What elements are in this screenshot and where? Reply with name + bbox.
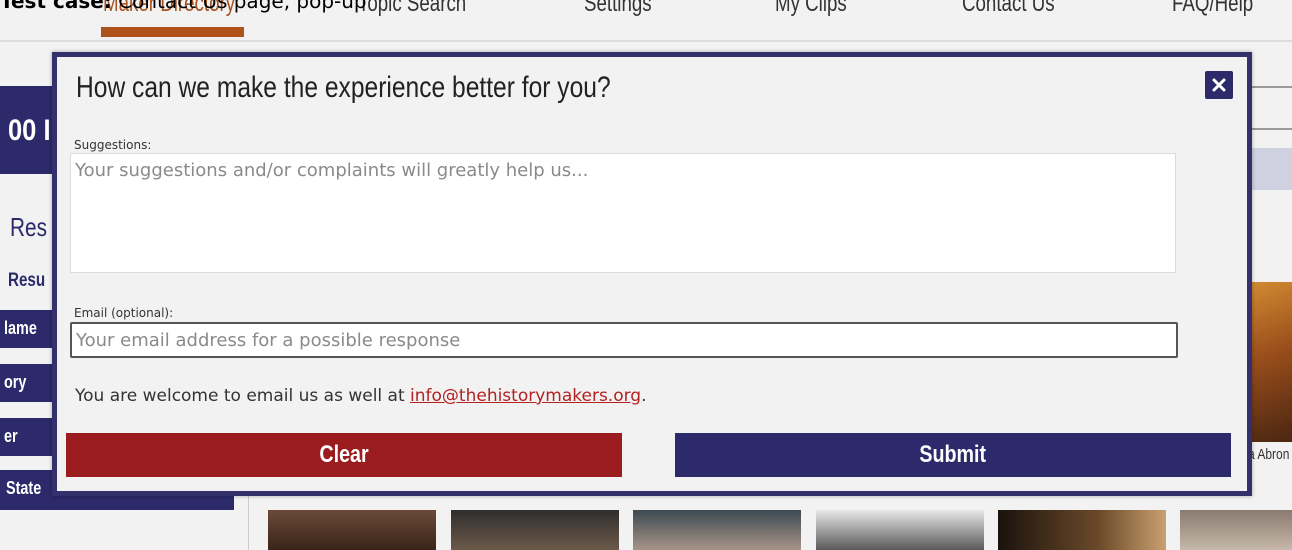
thumbnail-image[interactable] — [451, 510, 619, 550]
clear-button[interactable]: Clear — [66, 433, 622, 477]
nav-item-contact-us[interactable]: Contact Us — [962, 0, 1055, 20]
portrait-label: a Abron — [1248, 446, 1290, 463]
suggestions-label: Suggestions: — [74, 138, 152, 152]
thumbnail-image[interactable] — [816, 510, 984, 550]
submit-button[interactable]: Submit — [675, 433, 1231, 477]
background-bar — [1248, 148, 1292, 190]
nav-item-settings[interactable]: Settings — [584, 0, 652, 20]
sidebar-filter-gender[interactable]: er — [0, 418, 56, 456]
background-rule — [1248, 86, 1292, 88]
modal-title: How can we make the experience better fo… — [76, 71, 611, 104]
thumbnail-image[interactable] — [268, 510, 436, 550]
close-icon — [1212, 78, 1226, 92]
caption-prefix: Test case: — [0, 0, 112, 13]
email-label: Email (optional): — [74, 306, 174, 320]
contact-note: You are welcome to email us as well at i… — [75, 386, 647, 406]
sidebar-filter-label: er — [4, 426, 18, 446]
feedback-modal: How can we make the experience better fo… — [52, 52, 1252, 496]
banner-fragment: 00 I — [8, 114, 51, 147]
background-banner: 00 I — [0, 86, 60, 174]
thumbnail-image[interactable] — [998, 510, 1166, 550]
thumbnail-image[interactable] — [633, 510, 801, 550]
background-rule — [1248, 128, 1292, 130]
nav-active-underline — [101, 27, 244, 37]
sidebar-filter-category[interactable]: ory — [0, 364, 56, 402]
sidebar-filter-name[interactable]: lame — [0, 310, 56, 348]
nav-divider — [0, 40, 1292, 42]
suggestions-input[interactable] — [70, 153, 1176, 273]
results-subheading: Resu — [8, 270, 46, 291]
thumbnail-image[interactable] — [1180, 510, 1292, 550]
clear-button-label: Clear — [319, 441, 369, 468]
portrait-image[interactable] — [1250, 282, 1292, 442]
caption-text: Contact Us page, pop-up — [111, 0, 367, 13]
submit-button-label: Submit — [919, 441, 987, 468]
contact-note-prefix: You are welcome to email us as well at — [75, 386, 411, 406]
sidebar-filter-label: lame — [4, 318, 37, 338]
contact-email-link[interactable]: info@thehistorymakers.org — [410, 386, 641, 406]
sidebar-filter-label: ory — [4, 372, 27, 392]
close-button[interactable] — [1205, 71, 1233, 99]
contact-note-suffix: . — [641, 386, 647, 406]
results-heading: Res — [10, 212, 47, 242]
email-input[interactable] — [70, 322, 1178, 358]
sidebar-filter-label: State — [6, 478, 42, 498]
nav-item-faq-help[interactable]: FAQ/Help — [1172, 0, 1253, 20]
nav-item-topic-search[interactable]: Topic Search — [358, 0, 466, 20]
nav-item-my-clips[interactable]: My Clips — [775, 0, 847, 20]
test-case-caption: Test case: Contact Us page, pop-up — [0, 0, 367, 13]
page: Test case: Contact Us page, pop-up Maker… — [0, 0, 1292, 550]
